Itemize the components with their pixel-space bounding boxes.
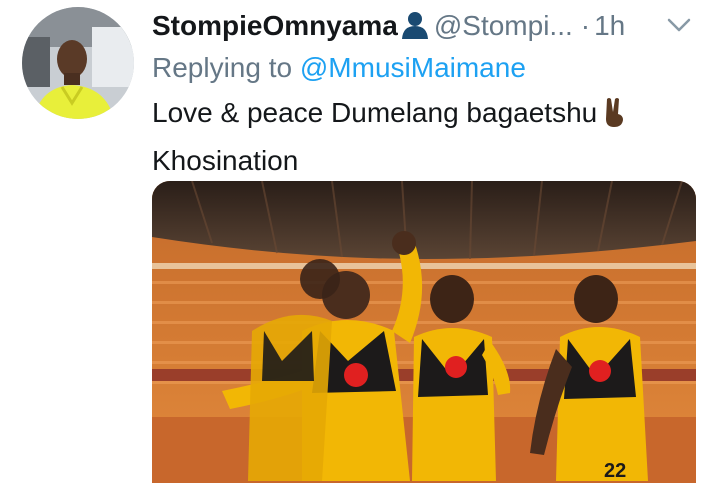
reply-mention-link[interactable]: @MmusiMaimane: [300, 52, 526, 83]
jersey-number: 22: [604, 460, 626, 482]
tweet-text-line-1: Love & peace Dumelang bagaetshu: [152, 97, 598, 128]
tweet-text: Love & peace Dumelang bagaetshu Khosinat…: [152, 92, 692, 182]
tweet-header: StompieOmnyama @Stompi... · 1h: [152, 6, 712, 46]
avatar-photo: [22, 7, 134, 119]
players-celebrating-photo: 22: [152, 181, 696, 483]
separator-dot: ·: [580, 10, 591, 41]
victory-hand-icon: [601, 96, 627, 140]
user-handle[interactable]: @Stompi...: [434, 10, 573, 41]
chevron-down-icon[interactable]: [666, 12, 692, 38]
person-icon: [400, 9, 430, 50]
timestamp[interactable]: 1h: [594, 10, 625, 41]
display-name[interactable]: StompieOmnyama: [152, 10, 398, 41]
tweet-text-line-2: Khosination: [152, 145, 299, 176]
replying-to: Replying to @MmusiMaimane: [152, 48, 526, 88]
reply-prefix: Replying to: [152, 52, 293, 83]
tweet-media-image[interactable]: 22: [152, 181, 696, 483]
avatar[interactable]: [22, 7, 134, 119]
